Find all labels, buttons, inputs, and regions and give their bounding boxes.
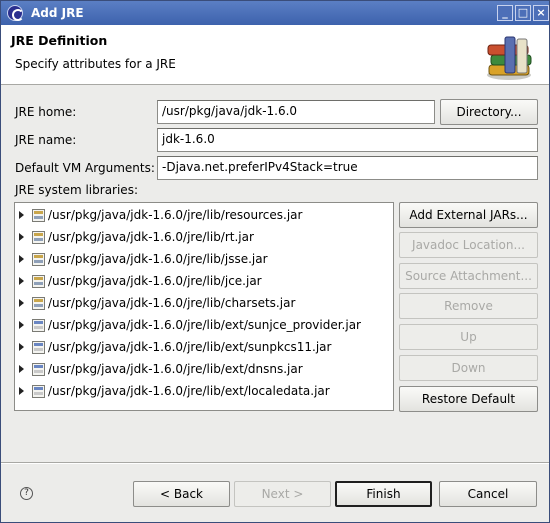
remove-button[interactable]: Remove	[399, 293, 538, 319]
expand-arrow-icon[interactable]	[19, 255, 24, 263]
cancel-button[interactable]: Cancel	[439, 481, 537, 507]
library-path: /usr/pkg/java/jdk-1.6.0/jre/lib/ext/dnsn…	[48, 362, 303, 376]
library-path: /usr/pkg/java/jdk-1.6.0/jre/lib/ext/loca…	[48, 384, 330, 398]
library-path: /usr/pkg/java/jdk-1.6.0/jre/lib/ext/sunj…	[48, 318, 361, 332]
library-row[interactable]: /usr/pkg/java/jdk-1.6.0/jre/lib/jsse.jar	[15, 249, 393, 271]
directory-button[interactable]: Directory...	[440, 99, 538, 125]
library-row[interactable]: /usr/pkg/java/jdk-1.6.0/jre/lib/ext/loca…	[15, 381, 393, 403]
title-bar[interactable]: Add JRE _ □ ×	[1, 1, 549, 25]
expand-arrow-icon[interactable]	[19, 299, 24, 307]
expand-arrow-icon[interactable]	[19, 211, 24, 219]
up-button[interactable]: Up	[399, 324, 538, 350]
system-libraries-label: JRE system libraries:	[15, 183, 138, 197]
expand-arrow-icon[interactable]	[19, 387, 24, 395]
jre-home-field[interactable]: /usr/pkg/java/jdk-1.6.0	[157, 100, 435, 124]
javadoc-location-button[interactable]: Javadoc Location...	[399, 232, 538, 258]
minimize-button[interactable]: _	[497, 5, 513, 21]
library-row[interactable]: /usr/pkg/java/jdk-1.6.0/jre/lib/jce.jar	[15, 271, 393, 293]
library-path: /usr/pkg/java/jdk-1.6.0/jre/lib/ext/sunp…	[48, 340, 332, 354]
expand-arrow-icon[interactable]	[19, 365, 24, 373]
jre-name-label: JRE name:	[15, 133, 77, 147]
jar-icon	[32, 231, 45, 244]
library-row[interactable]: /usr/pkg/java/jdk-1.6.0/jre/lib/rt.jar	[15, 227, 393, 249]
expand-arrow-icon[interactable]	[19, 343, 24, 351]
eclipse-icon	[7, 5, 24, 21]
jar-icon	[32, 297, 45, 310]
expand-arrow-icon[interactable]	[19, 277, 24, 285]
finish-button[interactable]: Finish	[335, 481, 432, 507]
expand-arrow-icon[interactable]	[19, 233, 24, 241]
ext-jar-icon	[32, 385, 45, 398]
jre-home-label: JRE home:	[15, 105, 77, 119]
library-row[interactable]: /usr/pkg/java/jdk-1.6.0/jre/lib/resource…	[15, 205, 393, 227]
jar-icon	[32, 275, 45, 288]
jar-icon	[32, 253, 45, 266]
source-attachment-button[interactable]: Source Attachment...	[399, 263, 538, 289]
wizard-banner: JRE Definition Specify attributes for a …	[1, 25, 549, 85]
library-row[interactable]: /usr/pkg/java/jdk-1.6.0/jre/lib/ext/dnsn…	[15, 359, 393, 381]
library-path: /usr/pkg/java/jdk-1.6.0/jre/lib/rt.jar	[48, 230, 254, 244]
close-button[interactable]: ×	[533, 5, 549, 21]
library-path: /usr/pkg/java/jdk-1.6.0/jre/lib/jsse.jar	[48, 252, 268, 266]
library-path: /usr/pkg/java/jdk-1.6.0/jre/lib/resource…	[48, 208, 303, 222]
back-button[interactable]: < Back	[133, 481, 230, 507]
help-icon[interactable]: ?	[20, 487, 33, 500]
add-jre-dialog: Add JRE _ □ × JRE Definition Specify att…	[0, 0, 550, 523]
ext-jar-icon	[32, 319, 45, 332]
library-path: /usr/pkg/java/jdk-1.6.0/jre/lib/jce.jar	[48, 274, 262, 288]
banner-description: Specify attributes for a JRE	[15, 57, 176, 71]
library-row[interactable]: /usr/pkg/java/jdk-1.6.0/jre/lib/ext/sunp…	[15, 337, 393, 359]
vm-arguments-label: Default VM Arguments:	[15, 161, 155, 175]
add-external-jars-button[interactable]: Add External JARs...	[399, 202, 538, 228]
restore-default-button[interactable]: Restore Default	[399, 386, 538, 412]
expand-arrow-icon[interactable]	[19, 321, 24, 329]
library-path: /usr/pkg/java/jdk-1.6.0/jre/lib/charsets…	[48, 296, 296, 310]
maximize-button[interactable]: □	[515, 5, 531, 21]
jar-icon	[32, 209, 45, 222]
banner-title: JRE Definition	[11, 33, 108, 48]
down-button[interactable]: Down	[399, 355, 538, 381]
library-books-icon	[487, 36, 532, 80]
library-row[interactable]: /usr/pkg/java/jdk-1.6.0/jre/lib/ext/sunj…	[15, 315, 393, 337]
jre-name-field[interactable]: jdk-1.6.0	[157, 128, 538, 152]
ext-jar-icon	[32, 363, 45, 376]
ext-jar-icon	[32, 341, 45, 354]
system-libraries-tree[interactable]: /usr/pkg/java/jdk-1.6.0/jre/lib/resource…	[14, 202, 394, 411]
vm-arguments-field[interactable]: -Djava.net.preferIPv4Stack=true	[157, 156, 538, 180]
next-button[interactable]: Next >	[234, 481, 331, 507]
library-row[interactable]: /usr/pkg/java/jdk-1.6.0/jre/lib/charsets…	[15, 293, 393, 315]
window-title: Add JRE	[31, 6, 84, 20]
footer-separator	[1, 462, 549, 464]
